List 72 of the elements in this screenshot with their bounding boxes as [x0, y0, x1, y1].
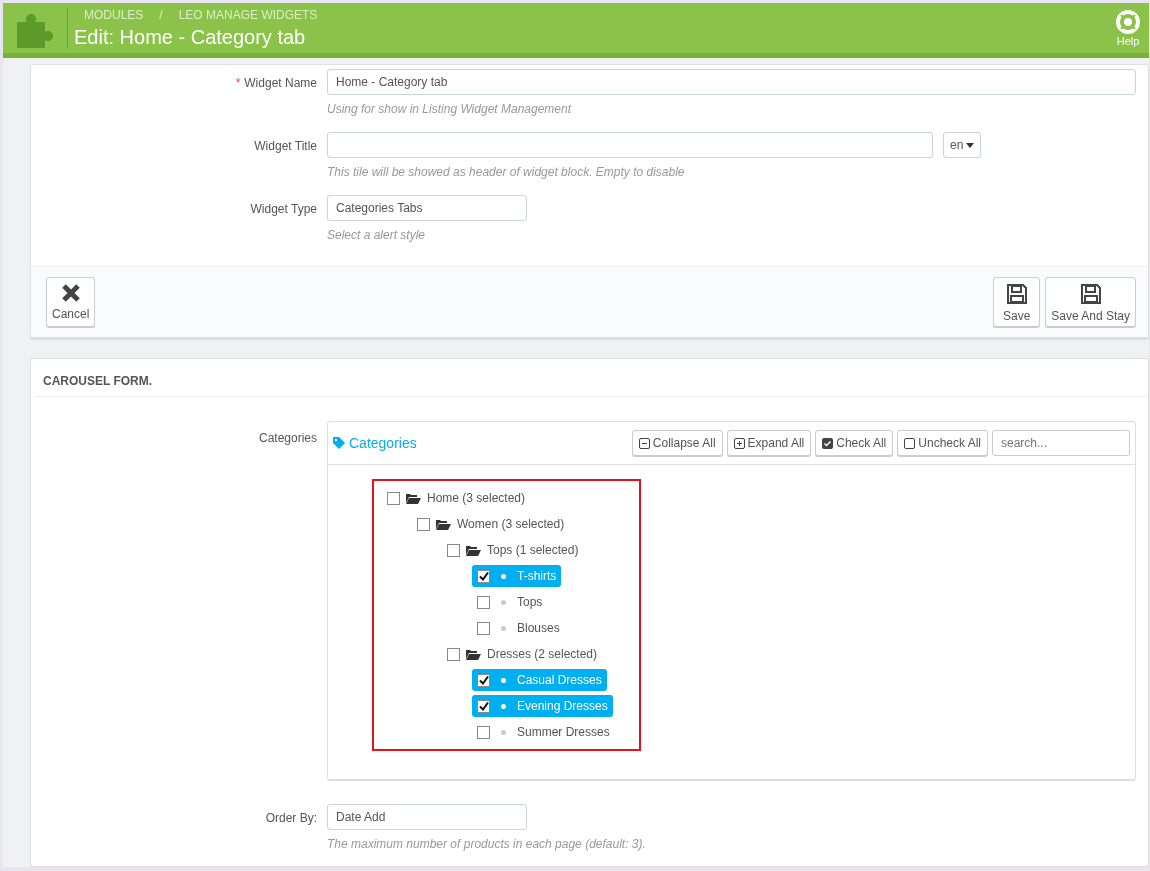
text-input[interactable] — [327, 132, 933, 158]
field-label: Categories — [257, 430, 318, 445]
tree-item-label: Blouses — [517, 621, 560, 635]
close-icon — [60, 283, 81, 303]
checkbox[interactable] — [477, 569, 490, 583]
bullet-icon — [501, 599, 506, 605]
bullet-icon — [501, 729, 506, 735]
checkbox[interactable] — [387, 491, 400, 505]
tree-item-label: Home (3 selected) — [427, 491, 526, 505]
tree-item[interactable]: Dresses (2 selected) — [442, 643, 603, 665]
checkbox[interactable] — [477, 673, 490, 687]
folder-icon — [436, 518, 451, 530]
save-button[interactable]: Save — [993, 277, 1041, 327]
save-button[interactable]: Save And Stay — [1045, 277, 1136, 327]
page-title: Edit: Home - Category tab — [74, 25, 307, 49]
caret-icon — [966, 142, 975, 148]
tree-action-button[interactable]: Expand All — [726, 430, 812, 456]
tree-item[interactable]: Tops (1 selected) — [442, 539, 584, 561]
bullet-icon — [501, 677, 506, 683]
bullet-icon — [501, 625, 506, 631]
tree-action-button[interactable]: Uncheck All — [897, 430, 988, 456]
order-select[interactable]: Date Add — [327, 804, 527, 830]
checked-square-icon — [822, 437, 834, 449]
field-label: Widget Type — [250, 202, 317, 216]
checkbox[interactable] — [447, 647, 460, 661]
required-mark: * — [235, 76, 241, 90]
field-hint: Select a alert style — [327, 228, 427, 242]
tree-item[interactable]: Home (3 selected) — [382, 487, 531, 509]
folder-icon — [466, 544, 481, 556]
lifebuoy-icon[interactable] — [1115, 9, 1141, 35]
minus-square-icon — [638, 437, 650, 449]
checkbox[interactable] — [477, 699, 490, 713]
breadcrumb-separator: / — [159, 7, 163, 22]
field-hint: This tile will be showed as header of widget block. Empty to disable — [327, 165, 686, 179]
checkbox[interactable] — [447, 543, 460, 557]
tree-item-label: Casual Dresses — [517, 673, 602, 687]
checkbox[interactable] — [477, 595, 490, 609]
tree-item-label: Tops — [517, 595, 543, 609]
tree-item-label: Dresses (2 selected) — [487, 647, 598, 661]
cancel-button[interactable]: Cancel — [46, 277, 96, 327]
folder-icon — [466, 648, 481, 660]
search-field[interactable]: search... — [992, 430, 1130, 456]
field-label: Order By: — [264, 810, 318, 825]
field-hint: Using for show in Listing Widget Management — [327, 102, 573, 116]
tree-item[interactable]: Women (3 selected) — [412, 513, 570, 535]
text-input[interactable]: Home - Category tab — [327, 69, 1136, 95]
bullet-icon — [501, 573, 506, 579]
square-icon — [904, 437, 916, 449]
tree-item[interactable]: Summer Dresses — [472, 721, 615, 743]
tree-item-label: T-shirts — [517, 569, 557, 583]
tree-item[interactable]: Blouses — [472, 617, 565, 639]
tree-item-label: Summer Dresses — [517, 725, 610, 739]
checkbox[interactable] — [477, 725, 490, 739]
tree-action-button[interactable]: Collapse All — [631, 430, 723, 456]
tag-icon — [333, 437, 345, 449]
checkbox[interactable] — [417, 517, 430, 531]
plus-square-icon — [733, 437, 745, 449]
field-label: Widget Name — [244, 76, 317, 90]
field-label: Widget Title — [254, 139, 317, 153]
tree-item[interactable]: Tops — [472, 591, 548, 613]
bullet-icon — [501, 703, 506, 709]
type-select[interactable]: Categories Tabs — [327, 195, 527, 221]
tree-title: Categories — [333, 435, 628, 451]
tree-item-label: Women (3 selected) — [457, 517, 565, 531]
folder-icon — [406, 492, 421, 504]
tree-action-button[interactable]: Check All — [815, 430, 894, 456]
tree-item-label: Evening Dresses — [517, 699, 608, 713]
field-hint: The maximum number of products in each page (default: 3). — [327, 837, 647, 851]
language-dropdown[interactable]: en — [943, 132, 982, 158]
tree-item-label: Tops (1 selected) — [487, 543, 579, 557]
panel-title: CAROUSEL FORM. — [35, 365, 1148, 397]
checkbox[interactable] — [477, 621, 490, 635]
